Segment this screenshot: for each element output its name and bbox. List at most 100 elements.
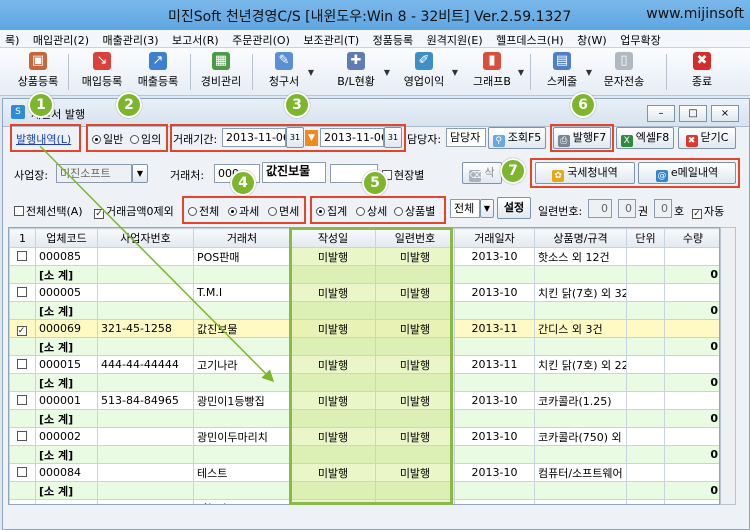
office-dropdown-icon[interactable]: ▼	[132, 164, 148, 183]
radio-exempt[interactable]: 면세	[268, 203, 299, 219]
menu-item-remote[interactable]: 원격지원(E)	[422, 30, 488, 47]
menu-item-sales[interactable]: 매출관리(3)	[97, 30, 163, 47]
subtotal-row[interactable]: [소 계] 0	[9, 481, 719, 500]
col-header-written-date[interactable]: 작성일	[290, 228, 376, 248]
exclude-zero-checkbox[interactable]: ✓ 거래금액0제외	[94, 203, 174, 219]
subtotal-row[interactable]: [소 계] 0	[9, 373, 719, 392]
table-row[interactable]: 000084 테스트 미발행 미발행 2013-10 컴퓨터/소프트웨어	[9, 463, 719, 482]
calendar-to-button[interactable]: 31	[384, 127, 402, 148]
total-row[interactable]: [합 계] 0	[9, 499, 719, 504]
row-checkbox[interactable]	[9, 355, 36, 374]
maximize-button[interactable]: □	[679, 105, 707, 122]
dropdown-arrow-icon[interactable]: ▼	[384, 68, 390, 77]
filter-dropdown-icon[interactable]: ▼	[480, 199, 494, 218]
table-row[interactable]: 000015 444-44-44444 고기나라 미발행 미발행 2013-11 치킨 닭(…	[9, 355, 719, 374]
table-row[interactable]: 000085 POS판매 미발행 미발행 2013-10 핫소스 외 12건	[9, 247, 719, 266]
office-select[interactable]: 미진소프트	[56, 164, 132, 183]
col-header-serial[interactable]: 일련번호	[375, 228, 455, 248]
vertical-scrollbar[interactable]	[720, 227, 736, 505]
delete-button[interactable]: ⌫ 삭	[462, 162, 502, 184]
auto-checkbox[interactable]: ✓ 자동	[692, 203, 724, 219]
menu-item-extend[interactable]: 업무확장	[615, 30, 665, 47]
email-history-button[interactable]: @ e메일내역	[638, 162, 736, 184]
row-checkbox[interactable]	[9, 499, 36, 504]
date-from-input[interactable]: 2013-11-06	[222, 128, 286, 147]
toolbar-schedule[interactable]: ▤ 스케줄 ▼	[540, 50, 592, 94]
dropdown-arrow-icon[interactable]: ▼	[586, 68, 592, 77]
radio-normal[interactable]: 일반	[92, 131, 123, 147]
date-to-input[interactable]: 2013-11-06	[320, 128, 384, 147]
close-window-button[interactable]: ×	[711, 105, 739, 122]
menu-item-record[interactable]: 록)	[0, 30, 24, 47]
toolbar-exit[interactable]: ✖ 종료	[684, 50, 720, 94]
radio-all[interactable]: 전체	[188, 203, 219, 219]
menu-item-license[interactable]: 정품등록	[368, 30, 418, 47]
subtotal-row[interactable]: [소 계] 0	[9, 445, 719, 464]
subtotal-row[interactable]: [소 계] 0	[9, 301, 719, 320]
row-checkbox[interactable]	[9, 391, 36, 410]
col-header-code[interactable]: 업체코드	[35, 228, 98, 248]
calendar-from-button[interactable]: 31	[286, 127, 304, 148]
row-checkbox[interactable]	[9, 301, 36, 320]
col-header-client[interactable]: 거래처	[193, 228, 291, 248]
row-checkbox[interactable]	[9, 247, 36, 266]
subtotal-row[interactable]: [소 계] 0	[9, 265, 719, 284]
manager-input[interactable]: 담당자	[446, 128, 486, 147]
row-checkbox[interactable]	[9, 265, 36, 284]
issue-history-link[interactable]: 발행내역(L)	[16, 131, 71, 147]
setting-button[interactable]: 설정	[497, 197, 531, 219]
radio-arbitrary[interactable]: 임의	[130, 131, 161, 147]
table-row[interactable]: 000002 광민이두마리치 미발행 미발행 2013-10 코카콜라(750) 외 1	[9, 427, 719, 446]
row-checkbox[interactable]	[9, 373, 36, 392]
col-header-item[interactable]: 상품명/규격	[534, 228, 627, 248]
toolbar-graph[interactable]: ▮ 그래프B ▼	[468, 50, 524, 94]
col-header-unit[interactable]: 단위	[626, 228, 665, 248]
col-header-trade-date[interactable]: 거래일자	[454, 228, 535, 248]
radio-by-item[interactable]: 상품별	[394, 203, 435, 219]
toolbar-sms[interactable]: ▯ 문자전송	[596, 50, 652, 94]
toolbar-invoice[interactable]: ✎ 청구서 ▼	[262, 50, 314, 94]
table-row[interactable]: 000005 T.M.I 미발행 미발행 2013-10 치킨 닭(7호) 외 32	[9, 283, 719, 302]
menu-item-purchase[interactable]: 매입관리(2)	[28, 30, 94, 47]
menu-item-report[interactable]: 보고서(R)	[167, 30, 224, 47]
dropdown-arrow-icon[interactable]: ▼	[308, 68, 314, 77]
dropdown-arrow-icon[interactable]: ▼	[518, 68, 524, 77]
col-header-qty[interactable]: 수량	[664, 228, 719, 248]
menu-item-window[interactable]: 창(W)	[572, 30, 612, 47]
toolbar-expense[interactable]: ▦ 경비관리	[196, 50, 246, 94]
serial-field-2[interactable]: 0	[618, 199, 636, 218]
nts-history-button[interactable]: ✿ 국세청내역	[535, 162, 635, 184]
menu-item-order[interactable]: 주문관리(O)	[227, 30, 295, 47]
row-checkbox[interactable]	[9, 337, 36, 356]
toolbar-purchase-register[interactable]: ↘ 매입등록	[76, 50, 128, 94]
menu-item-helpdesk[interactable]: 헬프데스크(H)	[491, 30, 568, 47]
row-checkbox[interactable]	[9, 283, 36, 302]
serial-field-3[interactable]: 0	[654, 199, 672, 218]
minimize-button[interactable]: –	[647, 105, 675, 122]
serial-field-1[interactable]: 0	[588, 199, 612, 218]
toolbar-product-register[interactable]: ▣ 상품등록	[14, 50, 62, 94]
select-all-checkbox[interactable]: 전체선택(A)	[14, 203, 83, 219]
col-header-biz-no[interactable]: 사업자번호	[97, 228, 194, 248]
field-checkbox[interactable]: 현장별	[382, 167, 424, 183]
issue-button[interactable]: ⎙ 발행F7	[553, 127, 611, 149]
row-checkbox[interactable]	[9, 463, 36, 482]
row-checkbox[interactable]: ✓	[9, 319, 36, 338]
radio-detail[interactable]: 상세	[356, 203, 387, 219]
excel-button[interactable]: X 엑셀F8	[616, 127, 674, 149]
subtotal-row[interactable]: [소 계] 0	[9, 337, 719, 356]
toolbar-sales-register[interactable]: ↗ 매출등록	[132, 50, 184, 94]
row-checkbox[interactable]	[9, 409, 36, 428]
radio-taxable[interactable]: 과세	[228, 203, 259, 219]
subtotal-row[interactable]: [소 계] 0	[9, 409, 719, 428]
menu-item-aux[interactable]: 보조관리(T)	[298, 30, 364, 47]
toolbar-bl-status[interactable]: ✚ B/L현황 ▼	[330, 50, 390, 94]
col-header-check[interactable]: 1	[9, 228, 36, 248]
close-button[interactable]: ✖ 닫기C	[678, 127, 736, 149]
table-row[interactable]: 000001 513-84-84965 광민이1등빵집 미발행 미발행 2013-10 코카…	[9, 391, 719, 410]
client-name-input[interactable]: 값진보물	[262, 162, 326, 183]
triangle-down-icon[interactable]: ▼	[305, 130, 318, 146]
toolbar-profit[interactable]: ✐ 영업이익 ▼	[398, 50, 458, 94]
dropdown-arrow-icon[interactable]: ▼	[452, 68, 458, 77]
search-button[interactable]: ⚲ 조회F5	[488, 127, 546, 149]
